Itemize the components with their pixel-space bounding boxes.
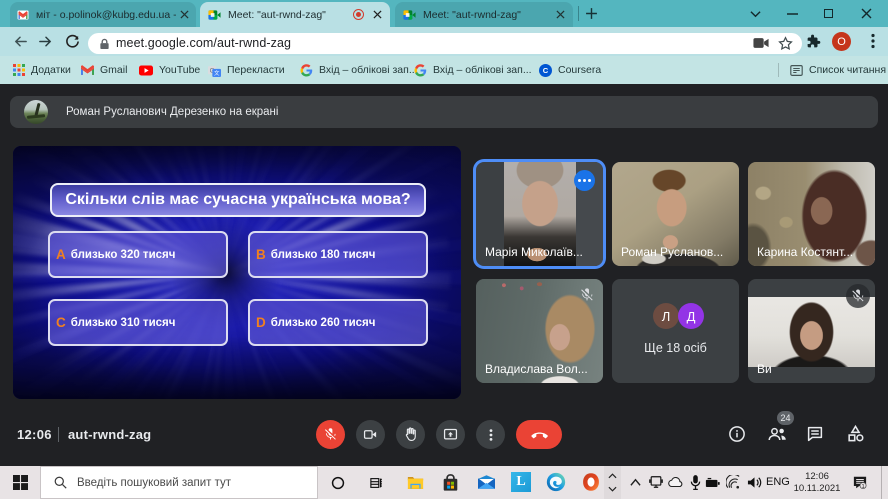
svg-text:1: 1 xyxy=(861,484,864,489)
svg-text:C: C xyxy=(543,66,549,75)
